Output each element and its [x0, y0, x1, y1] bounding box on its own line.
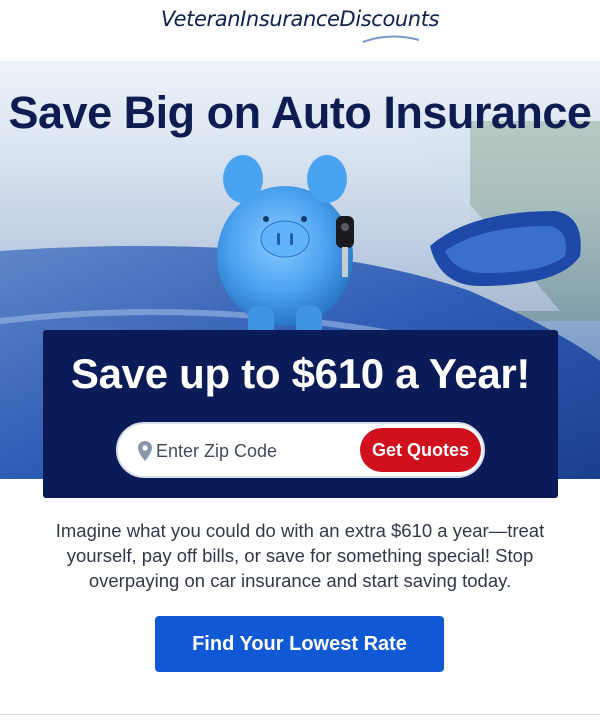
- zip-form: Get Quotes: [116, 422, 485, 478]
- logo-swoosh-icon: [362, 35, 420, 43]
- site-header: VeteranInsuranceDiscounts: [0, 0, 600, 61]
- get-quotes-button[interactable]: Get Quotes: [360, 428, 481, 472]
- location-pin-icon: [138, 441, 152, 461]
- zip-code-input[interactable]: [156, 434, 356, 468]
- logo-text: VeteranInsuranceDiscounts: [160, 7, 440, 31]
- hero-title: Save Big on Auto Insurance: [8, 87, 592, 138]
- offer-title: Save up to $610 a Year!: [70, 350, 531, 397]
- body-copy: Imagine what you could do with an extra …: [55, 520, 545, 591]
- offer-panel: Save up to $610 a Year! Get Quotes: [43, 330, 558, 498]
- site-logo[interactable]: VeteranInsuranceDiscounts: [160, 7, 440, 43]
- find-lowest-rate-button[interactable]: Find Your Lowest Rate: [155, 616, 444, 672]
- footer-divider: [0, 714, 600, 715]
